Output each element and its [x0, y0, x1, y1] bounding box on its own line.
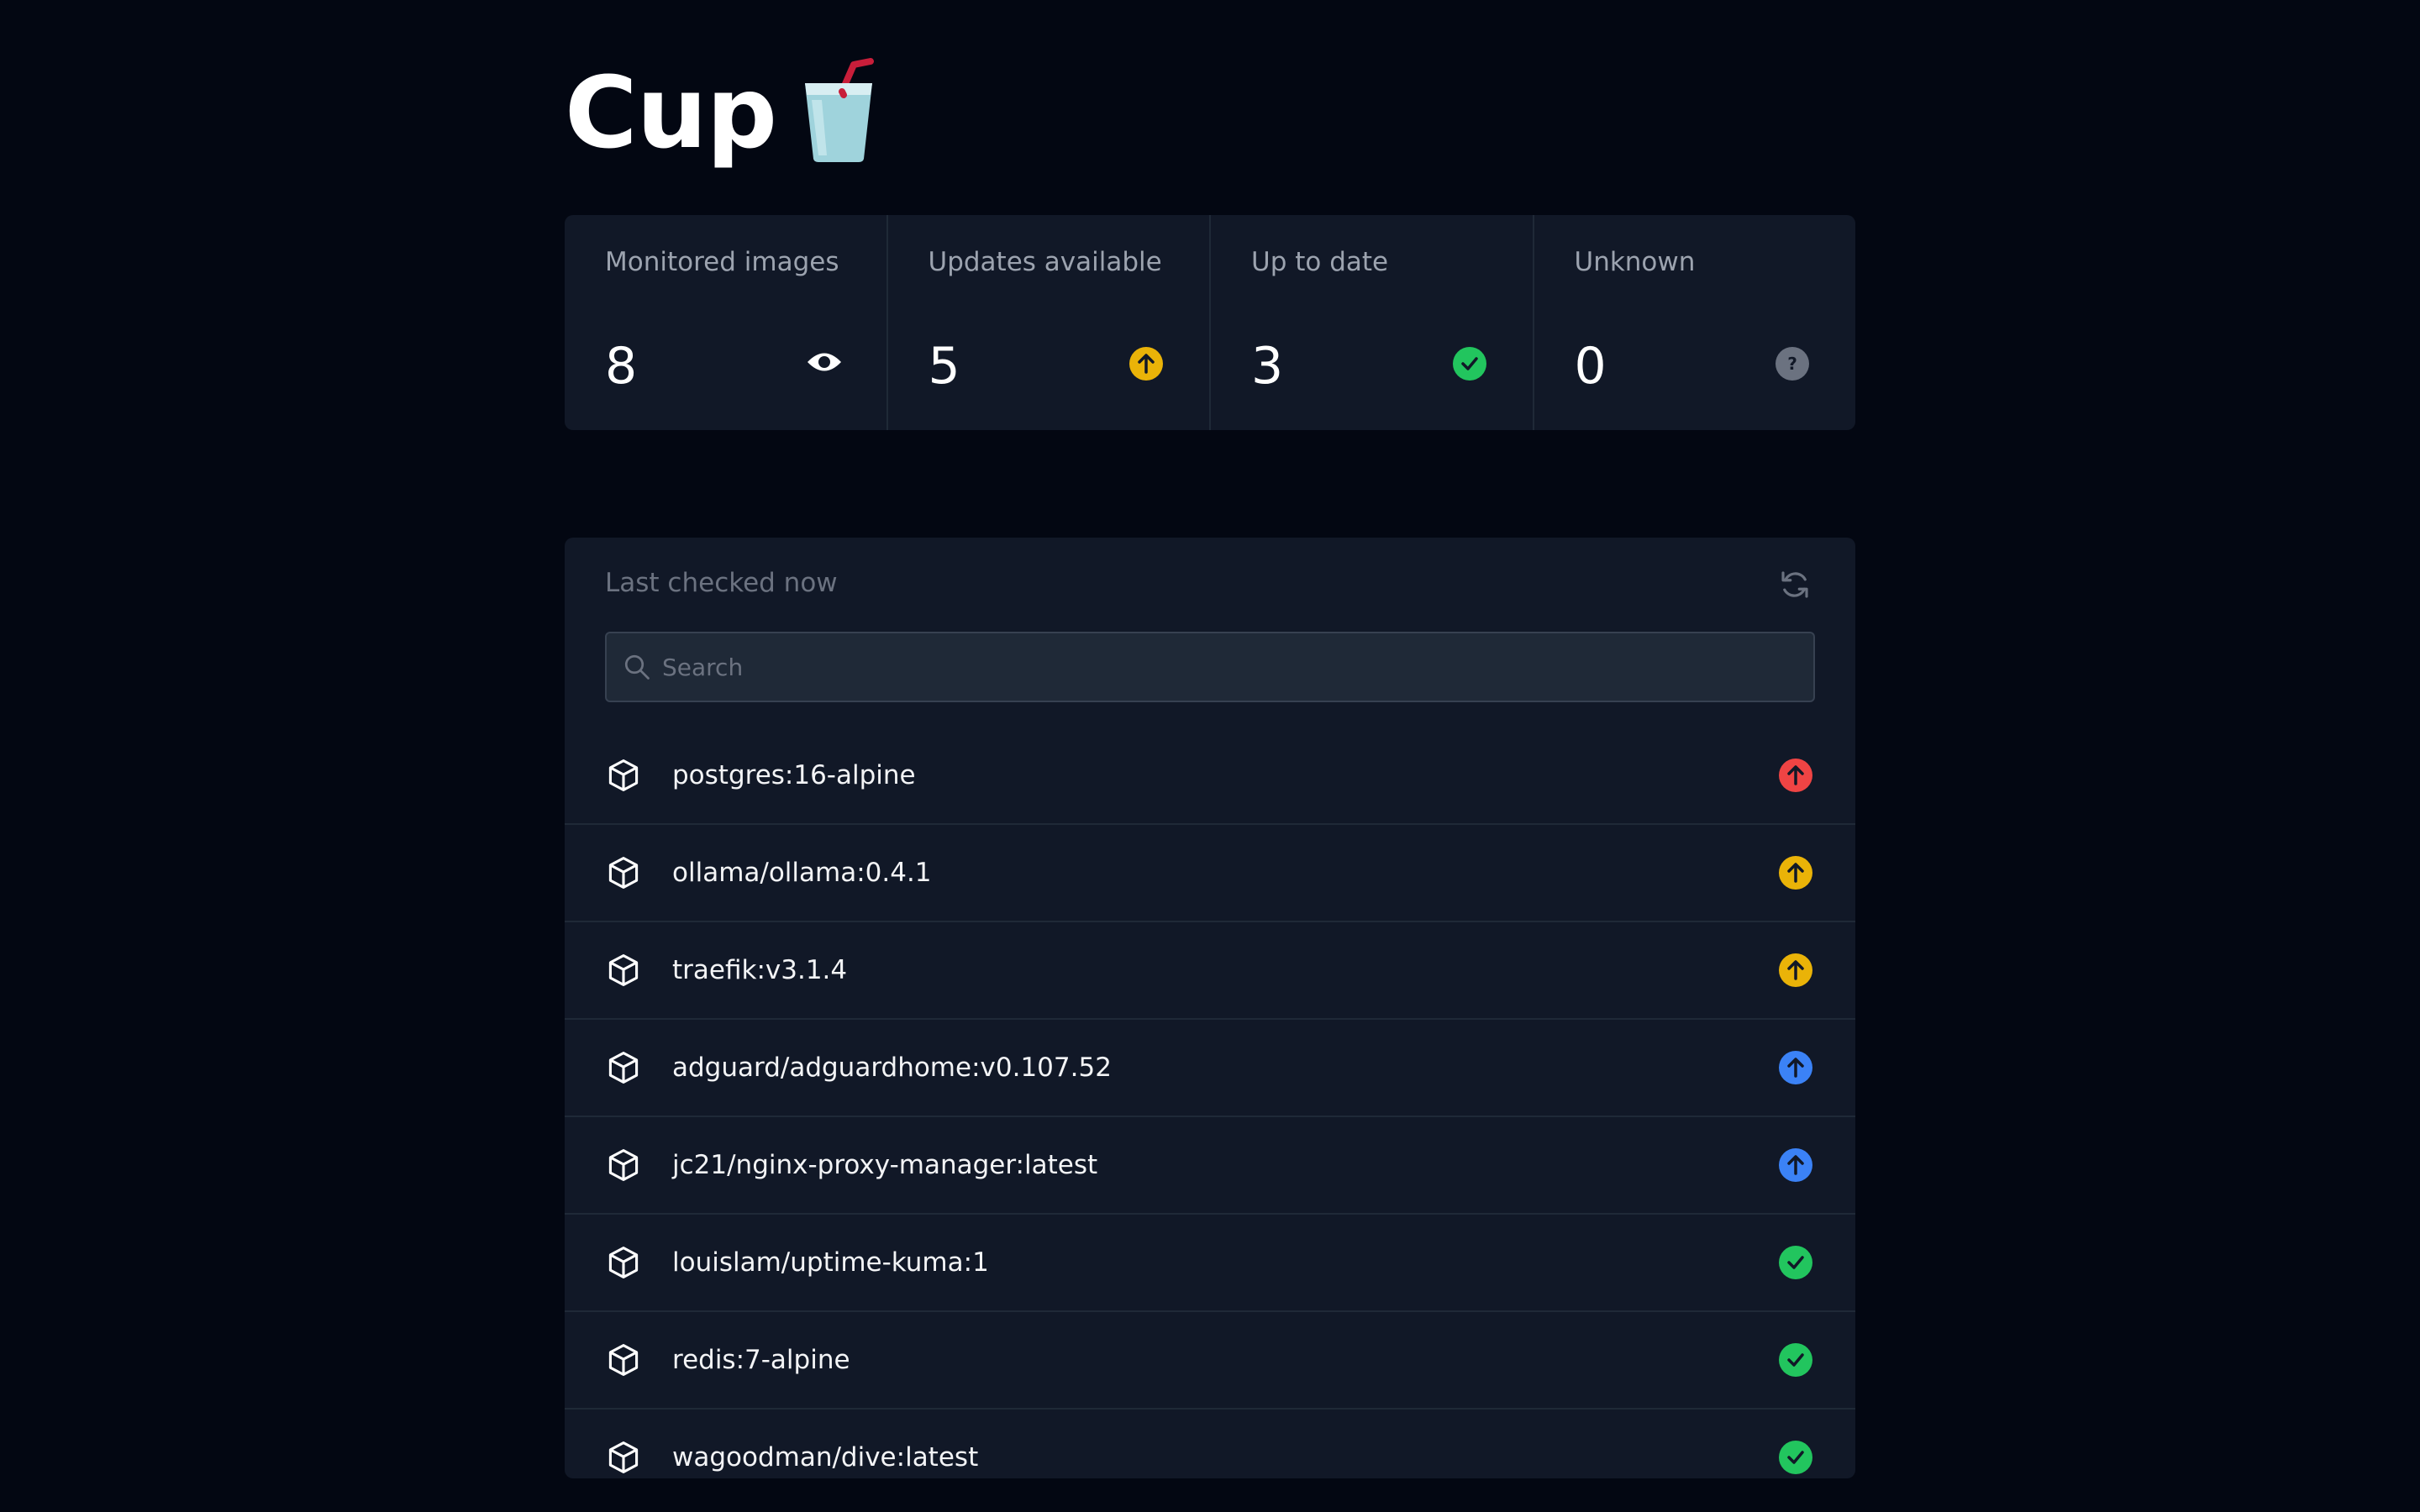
search-input[interactable] [660, 652, 1813, 682]
stat-monitored-images: Monitored images 8 [565, 215, 888, 430]
cup-with-straw-icon [800, 58, 877, 167]
arrow-up-circle-icon [1778, 758, 1813, 793]
arrow-up-circle-icon [1778, 953, 1813, 988]
stat-value: 5 [928, 337, 960, 396]
stat-label: Up to date [1251, 247, 1389, 277]
header: Cup [565, 54, 877, 171]
image-name: adguard/adguardhome:v0.107.52 [672, 1053, 1112, 1083]
image-name: louislam/uptime-kuma:1 [672, 1247, 989, 1278]
package-icon [605, 1048, 642, 1087]
image-name: jc21/nginx-proxy-manager:latest [672, 1150, 1098, 1180]
stat-label: Updates available [928, 247, 1162, 277]
arrow-up-circle-icon [1778, 855, 1813, 890]
stat-unknown: Unknown 0 ? [1534, 215, 1856, 430]
images-card: Last checked now p [565, 538, 1855, 1478]
search-box[interactable] [605, 632, 1815, 702]
check-circle-icon [1778, 1440, 1813, 1475]
arrow-up-circle-icon [1778, 1050, 1813, 1085]
search-icon [622, 652, 652, 682]
image-row[interactable]: postgres:16-alpine [565, 727, 1855, 823]
stat-value: 8 [605, 337, 638, 396]
package-icon [605, 756, 642, 795]
image-row[interactable]: traefik:v3.1.4 [565, 921, 1855, 1018]
stat-value: 3 [1251, 337, 1284, 396]
check-circle-icon [1778, 1245, 1813, 1280]
check-circle-icon [1778, 1342, 1813, 1378]
image-name: postgres:16-alpine [672, 760, 916, 790]
image-row[interactable]: redis:7-alpine [565, 1310, 1855, 1408]
image-name: redis:7-alpine [672, 1345, 850, 1375]
package-icon [605, 1438, 642, 1477]
eye-icon [806, 349, 843, 375]
stat-label: Monitored images [605, 247, 839, 277]
image-row[interactable]: jc21/nginx-proxy-manager:latest [565, 1116, 1855, 1213]
arrow-up-circle-icon [1778, 1147, 1813, 1183]
package-icon [605, 853, 642, 892]
refresh-button[interactable] [1775, 564, 1815, 605]
question-circle-icon: ? [1775, 346, 1810, 381]
last-checked-label: Last checked now [605, 568, 838, 598]
package-icon [605, 1243, 642, 1282]
arrow-up-circle-icon [1128, 346, 1164, 381]
svg-text:?: ? [1787, 354, 1797, 374]
image-row[interactable]: ollama/ollama:0.4.1 [565, 823, 1855, 921]
stat-label: Unknown [1574, 247, 1696, 277]
package-icon [605, 951, 642, 990]
refresh-icon [1781, 571, 1808, 598]
image-list: postgres:16-alpine ollama/ollama:0.4.1 t [565, 727, 1855, 1478]
image-row[interactable]: louislam/uptime-kuma:1 [565, 1213, 1855, 1310]
stats-card: Monitored images 8 Updates available 5 U… [565, 215, 1855, 430]
image-row[interactable]: wagoodman/dive:latest [565, 1408, 1855, 1478]
app-title: Cup [565, 55, 777, 171]
image-name: wagoodman/dive:latest [672, 1442, 979, 1473]
image-name: traefik:v3.1.4 [672, 955, 848, 985]
image-name: ollama/ollama:0.4.1 [672, 858, 932, 888]
stat-up-to-date: Up to date 3 [1211, 215, 1534, 430]
check-circle-icon [1452, 346, 1487, 381]
stat-value: 0 [1574, 337, 1607, 396]
package-icon [605, 1341, 642, 1379]
image-row[interactable]: adguard/adguardhome:v0.107.52 [565, 1018, 1855, 1116]
stat-updates-available: Updates available 5 [888, 215, 1211, 430]
package-icon [605, 1146, 642, 1184]
